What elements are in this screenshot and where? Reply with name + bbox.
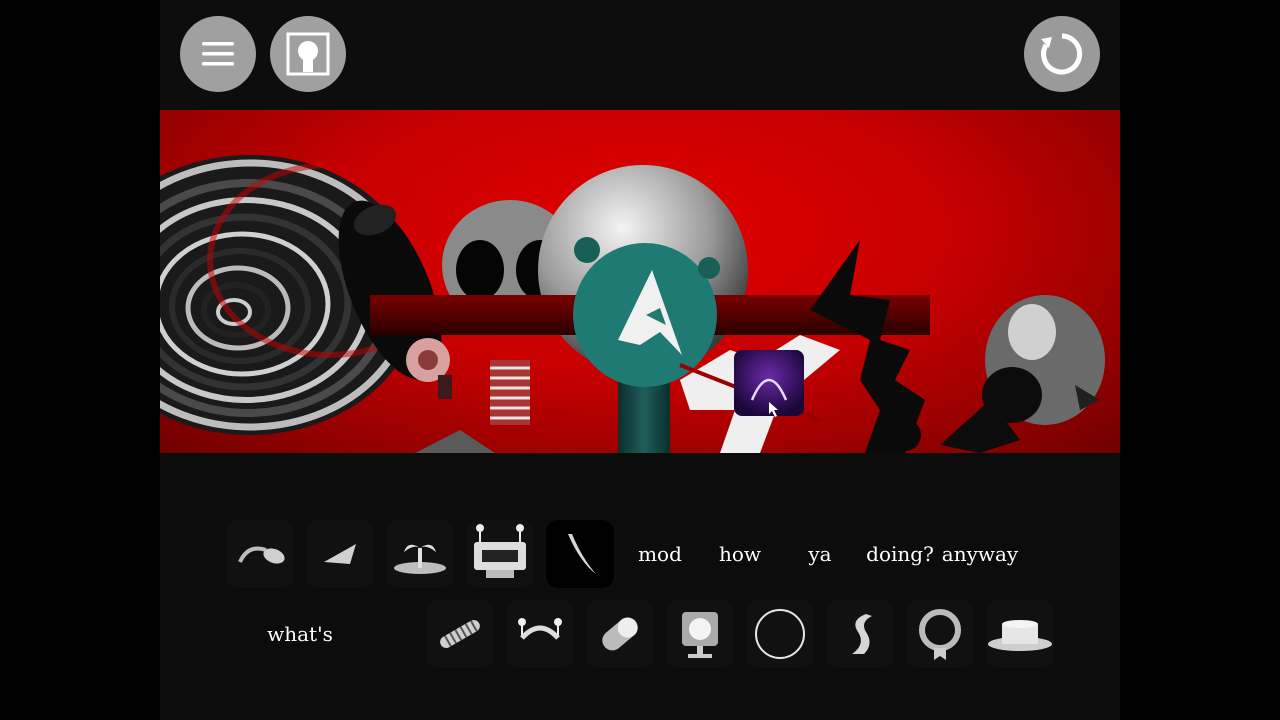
- gray-block-prop: [415, 430, 495, 453]
- sound-slot-13[interactable]: [986, 600, 1054, 668]
- character-portrait-icon: [286, 32, 330, 76]
- top-hat-sound-icon: [988, 620, 1052, 651]
- word-sound-mod[interactable]: mod: [620, 542, 700, 566]
- word-sound-how[interactable]: how: [700, 542, 780, 566]
- sound-slot-11[interactable]: [826, 600, 894, 668]
- sound-slot-9[interactable]: [666, 600, 734, 668]
- hook-curve-sound-icon: [238, 546, 285, 564]
- game-app: mod how ya doing? anyway what's: [160, 0, 1120, 720]
- sound-slot-7[interactable]: [506, 600, 574, 668]
- robot-head-sound-icon: [474, 524, 526, 578]
- purple-cube-character[interactable]: [734, 350, 804, 417]
- reset-circle-arrow-icon: [1041, 33, 1083, 75]
- sound-slot-4[interactable]: [466, 520, 534, 588]
- sound-slot-1[interactable]: [226, 520, 294, 588]
- hamburger-icon: [202, 42, 234, 66]
- pill-capsule-sound-icon: [602, 617, 638, 651]
- word-sound-anyway[interactable]: anyway: [940, 542, 1020, 566]
- word-sound-whats[interactable]: what's: [260, 622, 340, 646]
- menu-button[interactable]: [180, 16, 256, 92]
- reset-button[interactable]: [1024, 16, 1100, 92]
- medal-ring-sound-icon: [919, 609, 961, 660]
- circle-ring-sound-icon: [755, 609, 805, 659]
- sound-slot-2[interactable]: [306, 520, 374, 588]
- sound-palette: mod how ya doing? anyway what's: [160, 453, 1120, 720]
- sound-slot-8[interactable]: [586, 600, 654, 668]
- antenna-mouth-sound-icon: [518, 618, 562, 640]
- sound-slot-10[interactable]: [746, 600, 814, 668]
- character-stage: [160, 110, 1120, 453]
- sound-slot-12[interactable]: [906, 600, 974, 668]
- bonus-button[interactable]: [270, 16, 346, 92]
- monitor-screen-sound-icon: [682, 612, 718, 658]
- sound-slot-5[interactable]: [546, 520, 614, 588]
- teal-a-logo-character[interactable]: [573, 237, 720, 453]
- s-wave-sound-icon: [852, 614, 872, 654]
- word-sound-doing[interactable]: doing?: [860, 542, 940, 566]
- gray-masked-character[interactable]: [940, 295, 1105, 453]
- blade-wedge-sound-icon: [324, 544, 356, 564]
- word-sound-ya[interactable]: ya: [780, 542, 860, 566]
- claw-slash-sound-icon: [568, 534, 596, 574]
- island-palm-sound-icon: [394, 544, 446, 574]
- sound-slot-6[interactable]: [426, 600, 494, 668]
- gear-face-character[interactable]: [406, 338, 452, 399]
- sound-slot-3[interactable]: [386, 520, 454, 588]
- spring-coil-sound-icon: [440, 620, 480, 648]
- top-toolbar: [160, 0, 1120, 110]
